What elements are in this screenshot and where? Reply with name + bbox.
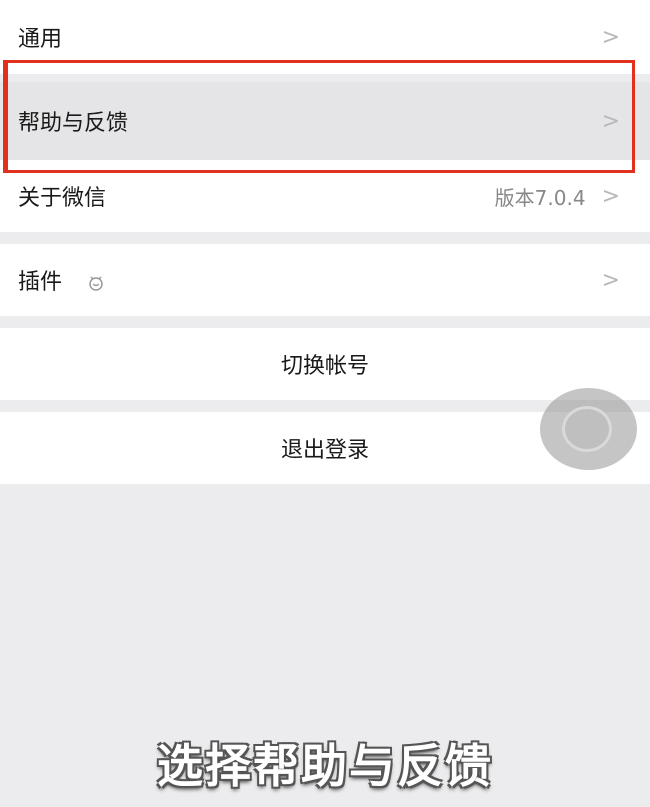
highlight-bar xyxy=(3,60,8,173)
settings-item-plugins[interactable]: 插件 > xyxy=(0,244,650,316)
chevron-right-icon: > xyxy=(601,183,620,209)
assistive-touch-button[interactable] xyxy=(540,388,637,470)
logout-label: 退出登录 xyxy=(280,438,369,463)
plugins-label: 插件 xyxy=(18,270,63,295)
plugin-icon xyxy=(89,276,103,291)
highlight-frame xyxy=(3,60,635,173)
assistive-touch-inner xyxy=(562,406,612,452)
chevron-right-icon: > xyxy=(601,267,620,293)
general-label: 通用 xyxy=(18,27,63,52)
video-caption: 选择帮助与反馈 xyxy=(157,739,493,793)
switch-account-button[interactable]: 切换帐号 xyxy=(0,328,650,400)
plugins-label-group: 插件 xyxy=(18,264,602,296)
version-value: 版本7.0.4 xyxy=(494,185,586,210)
about-label: 关于微信 xyxy=(18,186,107,211)
switch-account-label: 切换帐号 xyxy=(280,354,369,379)
chevron-right-icon: > xyxy=(601,24,620,50)
